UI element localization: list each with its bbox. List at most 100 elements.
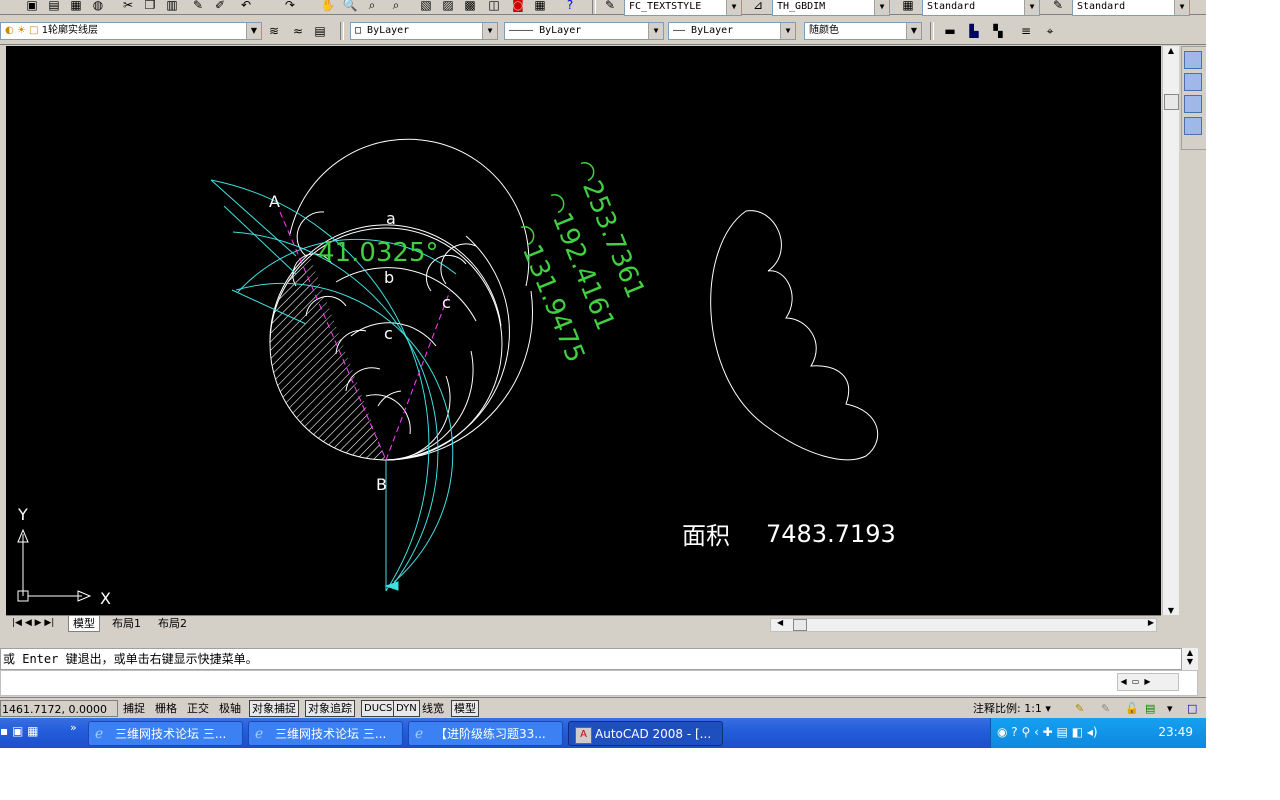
new-icon[interactable]: ▣ [22,0,42,14]
horizontal-scrollbar[interactable]: ▶ ◀ [770,618,1157,632]
status-dyn[interactable]: DYN [393,700,420,717]
redo-icon[interactable]: ↷ [280,0,300,14]
plot-icon[interactable]: ◍ [88,0,108,14]
lock-icon[interactable]: 🔓 [1122,700,1142,717]
list-icon[interactable]: ≡ [1016,22,1036,40]
block-icon[interactable]: ✐ [210,0,230,14]
dimstyle-combo[interactable]: TH_GBDIM ▼ [772,0,890,16]
plotstyle-combo[interactable]: 随颜色 ▼ [804,22,922,40]
massprop-icon[interactable]: ▚ [988,22,1008,40]
command-hscroll[interactable]: ◀ ▭ ▶ [1117,673,1179,691]
tablestyle-combo[interactable]: Standard ▼ [922,0,1040,16]
layout-tabs: |◀ ◀ ▶ ▶| 模型 布局1 布局2 ▶ ◀ [6,615,1161,633]
open-icon[interactable]: ▤ [44,0,64,14]
properties-icon[interactable]: ▧ [416,0,436,14]
horizontal-scroll-thumb[interactable] [793,619,807,631]
markup-icon[interactable]: ◙ [508,0,528,14]
vertical-scroll-thumb[interactable] [1164,94,1179,110]
linetype-combo[interactable]: ———— ByLayer ▼ [504,22,664,40]
command-input[interactable]: ◀ ▭ ▶ [0,670,1198,696]
textstyle-combo[interactable]: FC_TEXTSTYLE ▼ [624,0,742,16]
task-ie-1[interactable]: ℯ 三维网技术论坛 三... [88,721,243,746]
ucs-icon [17,528,92,602]
command-scrollbar[interactable]: ▲ ▼ [1182,648,1198,670]
layer-previous-icon[interactable]: ≈ [288,22,308,40]
task-autocad[interactable]: A AutoCAD 2008 - [... [568,721,723,746]
command-line[interactable]: 或 Enter 键退出，或单击右键显示快捷菜单。 [0,648,1182,670]
layer-manager-icon[interactable]: ≋ [264,22,284,40]
mleaderstyle-combo[interactable]: Standard ▼ [1072,0,1190,16]
mleaderstyle-icon[interactable]: ✎ [1048,0,1068,14]
tab-nav-buttons[interactable]: |◀ ◀ ▶ ▶| [8,616,58,631]
status-polar[interactable]: 极轴 [216,700,244,717]
locate-icon[interactable]: ⌖ [1040,22,1060,40]
status-bar: 1461.7172, 0.0000 捕捉 栅格 正交 极轴 对象捕捉 对象追踪 … [0,697,1206,719]
paste-icon[interactable]: ▥ [162,0,182,14]
color-combo[interactable]: □ ByLayer ▼ [350,22,498,40]
dimstyle-icon[interactable]: ⊿ [748,0,768,14]
point-label-c: c [442,293,451,312]
clock: 23:49 [1158,725,1193,739]
arc-label-b: b [384,268,394,287]
autocad-icon: A [575,727,592,744]
auto-scale-icon[interactable]: ✎ [1098,700,1113,717]
lineweight-combo[interactable]: —— ByLayer ▼ [668,22,796,40]
status-otrack[interactable]: 对象追踪 [305,700,355,717]
zoom-previous-icon[interactable]: ⌕ [386,0,406,14]
annotation-visibility-icon[interactable]: ✎ [1072,700,1087,717]
copy-icon[interactable]: ❐ [140,0,160,14]
zoom-realtime-icon[interactable]: 🔍 [340,0,360,14]
draworder-front-icon[interactable] [1184,51,1202,69]
area-icon[interactable]: ▙ [964,22,984,40]
calculator-icon[interactable]: ▦ [530,0,550,14]
status-menu-icon[interactable]: ▾ [1164,700,1176,717]
drawing-canvas[interactable]: A B a b c c 41.0325° ◠253.7361 ◠192.4161… [6,46,1161,615]
undo-icon[interactable]: ↶ [236,0,256,14]
vertical-scrollbar[interactable]: ▲ ▼ [1162,46,1179,615]
task-ie-2[interactable]: ℯ 三维网技术论坛 三... [248,721,403,746]
status-tray-icon[interactable]: ▤ [1142,700,1158,717]
scroll-right-icon[interactable]: ▶ [1148,618,1154,627]
annotation-scale[interactable]: 注释比例: 1:1 ▾ [970,700,1054,717]
scroll-left-icon[interactable]: ◀ [777,618,783,627]
arc-label-c: c [384,324,393,343]
sheetset-icon[interactable]: ◫ [484,0,504,14]
pan-icon[interactable]: ✋ [318,0,338,14]
tab-layout1[interactable]: 布局1 [108,616,145,631]
toolpalettes-icon[interactable]: ▩ [460,0,480,14]
status-grid[interactable]: 栅格 [152,700,180,717]
task-ie-3[interactable]: ℯ 【进阶级练习题33... [408,721,563,746]
autocad-window: ▣ ▤ ▦ ◍ ✂ ❐ ▥ ✎ ✐ ↶ ↷ ✋ 🔍 ⌕ ⌕ ▧ ▨ ▩ ◫ ◙ … [0,0,1206,748]
quicklaunch-more-icon[interactable]: » [70,721,77,734]
standard-toolbar: ▣ ▤ ▦ ◍ ✂ ❐ ▥ ✎ ✐ ↶ ↷ ✋ 🔍 ⌕ ⌕ ▧ ▨ ▩ ◫ ◙ … [0,0,1206,16]
scroll-up-icon[interactable]: ▲ [1163,46,1179,55]
angle-dimension: 41.0325° [318,238,439,268]
save-icon[interactable]: ▦ [66,0,86,14]
textstyle-icon[interactable]: ✎ [600,0,620,14]
status-lineweight[interactable]: 线宽 [419,700,447,717]
draworder-above-icon[interactable] [1184,95,1202,113]
tray-icons[interactable]: ◉ ? ⚲ ‹ ✚ ▤ ◧ ◂) [997,725,1098,739]
tab-model[interactable]: 模型 [68,616,100,632]
draworder-back-icon[interactable] [1184,73,1202,91]
designcenter-icon[interactable]: ▨ [438,0,458,14]
status-ortho[interactable]: 正交 [184,700,212,717]
layer-states-icon[interactable]: ▤ [310,22,330,40]
distance-icon[interactable]: ▬ [940,22,960,40]
quicklaunch-icons[interactable]: ▪ ▣ ▦ [0,724,38,738]
matchprop-icon[interactable]: ✎ [188,0,208,14]
coordinate-readout[interactable]: 1461.7172, 0.0000 [0,700,118,717]
tab-layout2[interactable]: 布局2 [154,616,191,631]
draworder-under-icon[interactable] [1184,117,1202,135]
scroll-down-icon[interactable]: ▼ [1163,606,1179,615]
status-snap[interactable]: 捕捉 [120,700,148,717]
status-osnap[interactable]: 对象捕捉 [249,700,299,717]
help-icon[interactable]: ? [560,0,580,14]
status-ducs[interactable]: DUCS [361,700,396,717]
layer-combo[interactable]: ◐ ☀ □ 1轮廓实线层 ▼ [0,22,262,40]
zoom-window-icon[interactable]: ⌕ [362,0,382,14]
tablestyle-icon[interactable]: ▦ [898,0,918,14]
status-model[interactable]: 模型 [451,700,479,717]
clean-screen-icon[interactable]: □ [1184,700,1200,717]
cut-icon[interactable]: ✂ [118,0,138,14]
